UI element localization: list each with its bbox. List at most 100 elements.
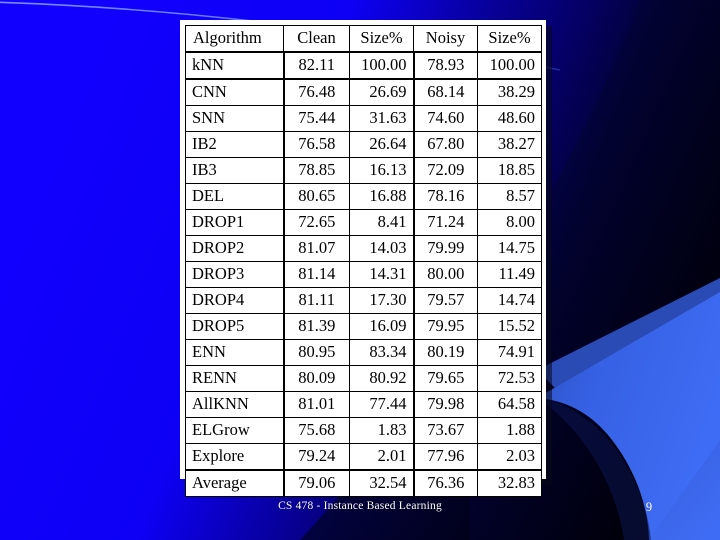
cell-algorithm: IB2 bbox=[185, 131, 284, 158]
cell-algorithm: RENN bbox=[185, 365, 284, 392]
cell-size-clean: 8.41 bbox=[349, 209, 414, 236]
cell-noisy: 76.36 bbox=[412, 469, 478, 497]
cell-algorithm: Average bbox=[185, 469, 284, 497]
cell-size-noisy: 1.88 bbox=[477, 417, 542, 444]
cell-clean: 81.07 bbox=[282, 235, 350, 262]
cell-size-clean: 17.30 bbox=[349, 287, 414, 314]
cell-size-noisy: 38.29 bbox=[477, 78, 542, 106]
cell-noisy: 78.16 bbox=[412, 183, 478, 210]
cell-size-noisy: 48.60 bbox=[477, 105, 542, 132]
cell-clean: 80.95 bbox=[282, 339, 350, 366]
cell-clean: 81.01 bbox=[282, 391, 350, 418]
cell-noisy: 67.80 bbox=[412, 131, 478, 158]
cell-algorithm: CNN bbox=[185, 78, 284, 106]
cell-algorithm: DROP5 bbox=[185, 313, 284, 340]
table-row: AllKNN 81.01 77.44 79.98 64.58 bbox=[185, 391, 542, 418]
cell-clean: 79.06 bbox=[282, 469, 350, 497]
table-row: CNN 76.48 26.69 68.14 38.29 bbox=[185, 78, 542, 106]
cell-size-clean: 1.83 bbox=[349, 417, 414, 444]
cell-size-noisy: 8.00 bbox=[477, 209, 542, 236]
cell-size-noisy: 38.27 bbox=[477, 131, 542, 158]
cell-noisy: 73.67 bbox=[412, 417, 478, 444]
table-row: SNN 75.44 31.63 74.60 48.60 bbox=[185, 105, 542, 132]
table-row-average: Average 79.06 32.54 76.36 32.83 bbox=[185, 469, 542, 497]
cell-size-clean: 26.64 bbox=[349, 131, 414, 158]
cell-clean: 81.39 bbox=[282, 313, 350, 340]
table-header-row: Algorithm Clean Size% Noisy Size% bbox=[185, 25, 542, 53]
table-row: DROP4 81.11 17.30 79.57 14.74 bbox=[185, 287, 542, 314]
cell-size-clean: 16.88 bbox=[349, 183, 414, 210]
cell-noisy: 80.19 bbox=[412, 339, 478, 366]
cell-clean: 81.14 bbox=[282, 261, 350, 288]
cell-noisy: 71.24 bbox=[412, 209, 478, 236]
cell-algorithm: SNN bbox=[185, 105, 284, 132]
cell-algorithm: IB3 bbox=[185, 157, 284, 184]
cell-size-clean: 14.31 bbox=[349, 261, 414, 288]
cell-noisy: 72.09 bbox=[412, 157, 478, 184]
column-header-size-clean: Size% bbox=[349, 25, 414, 53]
cell-noisy: 79.65 bbox=[412, 365, 478, 392]
column-header-noisy: Noisy bbox=[413, 25, 478, 53]
column-header-algorithm: Algorithm bbox=[185, 25, 284, 53]
cell-noisy: 78.93 bbox=[412, 51, 478, 80]
cell-size-noisy: 100.00 bbox=[477, 51, 542, 80]
cell-size-clean: 14.03 bbox=[349, 235, 414, 262]
cell-noisy: 68.14 bbox=[412, 78, 478, 106]
cell-size-clean: 100.00 bbox=[349, 51, 414, 80]
column-header-size-noisy: Size% bbox=[477, 25, 542, 53]
cell-size-noisy: 15.52 bbox=[477, 313, 542, 340]
cell-size-noisy: 74.91 bbox=[477, 339, 542, 366]
cell-size-clean: 2.01 bbox=[349, 443, 414, 471]
table-row: IB3 78.85 16.13 72.09 18.85 bbox=[185, 157, 542, 184]
table-row: DROP5 81.39 16.09 79.95 15.52 bbox=[185, 313, 542, 340]
cell-clean: 81.11 bbox=[282, 287, 350, 314]
cell-algorithm: kNN bbox=[185, 51, 284, 80]
cell-noisy: 79.98 bbox=[412, 391, 478, 418]
cell-algorithm: ELGrow bbox=[185, 417, 284, 444]
cell-clean: 72.65 bbox=[282, 209, 350, 236]
results-table: Algorithm Clean Size% Noisy Size% kNN 82… bbox=[185, 25, 542, 497]
cell-algorithm: Explore bbox=[185, 443, 284, 471]
column-header-clean: Clean bbox=[283, 25, 350, 53]
cell-algorithm: DEL bbox=[185, 183, 284, 210]
cell-size-noisy: 64.58 bbox=[477, 391, 542, 418]
cell-clean: 79.24 bbox=[282, 443, 350, 471]
cell-size-noisy: 18.85 bbox=[477, 157, 542, 184]
table-row: IB2 76.58 26.64 67.80 38.27 bbox=[185, 131, 542, 158]
cell-size-clean: 77.44 bbox=[349, 391, 414, 418]
cell-size-noisy: 11.49 bbox=[477, 261, 542, 288]
table-body: kNN 82.11 100.00 78.93 100.00 CNN 76.48 … bbox=[185, 51, 542, 497]
cell-algorithm: ENN bbox=[185, 339, 284, 366]
cell-size-clean: 16.09 bbox=[349, 313, 414, 340]
cell-algorithm: DROP2 bbox=[185, 235, 284, 262]
cell-algorithm: DROP3 bbox=[185, 261, 284, 288]
cell-size-clean: 83.34 bbox=[349, 339, 414, 366]
table-row: DEL 80.65 16.88 78.16 8.57 bbox=[185, 183, 542, 210]
table-row: kNN 82.11 100.00 78.93 100.00 bbox=[185, 51, 542, 80]
table-row: DROP1 72.65 8.41 71.24 8.00 bbox=[185, 209, 542, 236]
cell-clean: 80.09 bbox=[282, 365, 350, 392]
cell-clean: 78.85 bbox=[282, 157, 350, 184]
results-table-card: Algorithm Clean Size% Noisy Size% kNN 82… bbox=[180, 20, 546, 497]
cell-algorithm: AllKNN bbox=[185, 391, 284, 418]
slide: Algorithm Clean Size% Noisy Size% kNN 82… bbox=[0, 0, 720, 540]
cell-clean: 76.48 bbox=[282, 78, 350, 106]
cell-size-noisy: 8.57 bbox=[477, 183, 542, 210]
cell-size-clean: 32.54 bbox=[349, 469, 414, 497]
cell-noisy: 74.60 bbox=[412, 105, 478, 132]
cell-size-noisy: 72.53 bbox=[477, 365, 542, 392]
table-header: Algorithm Clean Size% Noisy Size% bbox=[185, 25, 542, 53]
cell-clean: 76.58 bbox=[282, 131, 350, 158]
slide-footer: CS 478 - Instance Based Learning bbox=[278, 500, 442, 512]
table-row: ENN 80.95 83.34 80.19 74.91 bbox=[185, 339, 542, 366]
table-row: DROP2 81.07 14.03 79.99 14.75 bbox=[185, 235, 542, 262]
slide-page-number: 9 bbox=[645, 500, 653, 514]
cell-noisy: 79.99 bbox=[412, 235, 478, 262]
cell-algorithm: DROP1 bbox=[185, 209, 284, 236]
cell-size-clean: 80.92 bbox=[349, 365, 414, 392]
cell-size-clean: 26.69 bbox=[349, 78, 414, 106]
cell-size-noisy: 14.75 bbox=[477, 235, 542, 262]
table-row: ELGrow 75.68 1.83 73.67 1.88 bbox=[185, 417, 542, 444]
cell-noisy: 79.57 bbox=[412, 287, 478, 314]
table-row: Explore 79.24 2.01 77.96 2.03 bbox=[185, 443, 542, 471]
